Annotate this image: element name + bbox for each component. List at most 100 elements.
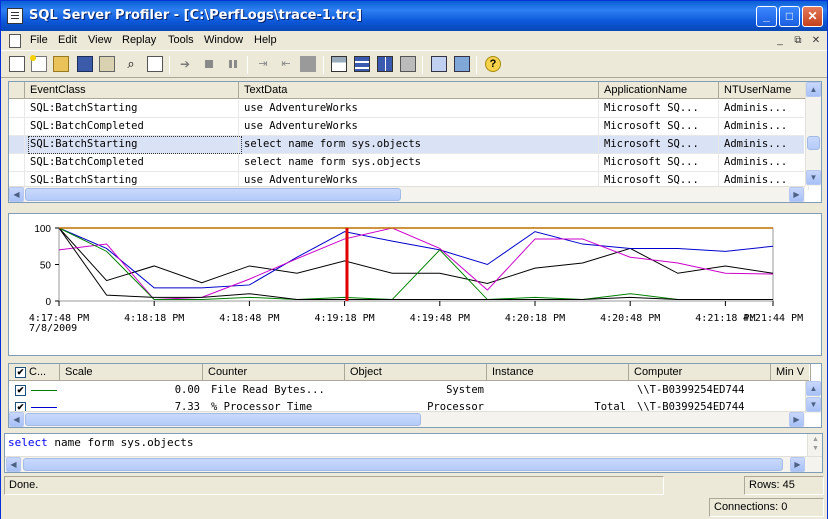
close-button[interactable]: ✕ (802, 6, 823, 27)
row-applicationname: Microsoft SQ... (599, 100, 719, 118)
sql-hscroll[interactable]: ◀ ▶ (5, 456, 822, 472)
counters-hscroll[interactable]: ◀ ▶ (9, 411, 805, 427)
scroll-thumb[interactable] (807, 136, 820, 150)
find-icon[interactable]: ⌕ (123, 56, 139, 72)
col-eventclass[interactable]: EventClass (25, 82, 239, 99)
row-selector[interactable] (9, 136, 25, 154)
col-ntusername[interactable]: NTUserName (719, 82, 809, 99)
scroll-left-button[interactable]: ◀ (6, 457, 21, 472)
run-icon[interactable]: ➔ (177, 56, 193, 72)
perfmon-chart-pane[interactable]: 100 50 0 4:17:48 PM 4:18:18 PM 4:18:48 PM 4:19… (8, 213, 822, 356)
counter-counter: File Read Bytes... (211, 384, 325, 396)
save-icon[interactable] (77, 56, 93, 72)
row-selector[interactable] (9, 154, 25, 172)
menu-file[interactable]: File (30, 34, 48, 46)
col-instance[interactable]: Instance (487, 364, 629, 381)
menu-view[interactable]: View (88, 34, 112, 46)
mdi-minimize-button[interactable]: _ (772, 34, 788, 48)
trace-events-grid[interactable]: EventClass TextData ApplicationName NTUs… (8, 81, 822, 203)
sql-text[interactable]: select name form sys.objects (8, 436, 193, 449)
col-counter[interactable]: Counter (203, 364, 345, 381)
help-icon[interactable]: ? (485, 56, 501, 72)
pause-icon[interactable] (225, 56, 241, 72)
step-to-cursor-icon[interactable]: ⇤ (278, 56, 294, 72)
scroll-thumb[interactable] (23, 458, 783, 471)
counter-checkbox[interactable]: ✔ (15, 385, 26, 396)
scroll-thumb[interactable] (25, 413, 421, 426)
date-label: 7/8/2009 (29, 323, 77, 334)
toolbar: ⌕ ➔ ⇥ ⇤ ? (1, 52, 827, 78)
trace-vscroll[interactable]: ▲ ▼ (805, 82, 821, 186)
table-row[interactable]: SQL:BatchStarting select name form sys.ob… (9, 136, 809, 154)
menu-tools[interactable]: Tools (168, 34, 194, 46)
scroll-left-button[interactable]: ◀ (9, 412, 24, 427)
stop-icon[interactable] (201, 56, 217, 72)
row-eventclass: SQL:BatchCompleted (25, 154, 239, 172)
row-selector-header (9, 82, 25, 99)
db-tuning-icon[interactable] (431, 56, 447, 72)
menu-edit[interactable]: Edit (58, 34, 77, 46)
counters-grid-header: C... ✔ Scale Counter Object Instance Com… (9, 364, 811, 381)
profiler-window: SQL Server Profiler - [C:\PerfLogs\trace… (0, 0, 828, 519)
table-row[interactable]: SQL:BatchStarting use AdventureWorks Micro… (9, 100, 809, 118)
menu-replay[interactable]: Replay (122, 34, 156, 46)
scroll-down-arrow-icon[interactable]: ▼ (812, 445, 819, 452)
autoscroll-icon[interactable] (400, 56, 416, 72)
row-textdata: select name form sys.objects (239, 154, 599, 172)
x-tick-label: 4:18:18 PM (124, 313, 184, 324)
new-trace-icon[interactable] (9, 56, 25, 72)
menu-window[interactable]: Window (204, 34, 243, 46)
sql-vscroll[interactable]: ▲ ▼ (807, 434, 822, 456)
trace-hscroll[interactable]: ◀ ▶ (9, 186, 805, 202)
title-bar[interactable]: SQL Server Profiler - [C:\PerfLogs\trace… (1, 1, 827, 31)
mdi-restore-button[interactable]: ⧉ (790, 34, 806, 48)
row-applicationname: Microsoft SQ... (599, 154, 719, 172)
col-textdata[interactable]: TextData (239, 82, 599, 99)
x-tick-label: 4:19:18 PM (314, 313, 374, 324)
perfmon-chart[interactable]: 1005004:17:48 PM 4:18:18 PM 4:18:48 PM 4:19… (9, 214, 821, 355)
counters-grid[interactable]: C... ✔ Scale Counter Object Instance Com… (8, 363, 822, 428)
scroll-up-arrow-icon[interactable]: ▲ (812, 436, 819, 443)
menu-help[interactable]: Help (254, 34, 277, 46)
row-selector[interactable] (9, 100, 25, 118)
breakpoint-icon[interactable] (300, 56, 316, 72)
tile-icon[interactable] (331, 56, 347, 72)
col-scale[interactable]: Scale (60, 364, 203, 381)
row-textdata: use AdventureWorks (239, 118, 599, 136)
sql-text-pane[interactable]: select name form sys.objects ▲ ▼ ◀ ▶ (4, 433, 823, 473)
step-icon[interactable]: ⇥ (255, 56, 271, 72)
clear-icon[interactable] (147, 56, 163, 72)
scroll-right-button[interactable]: ▶ (790, 457, 805, 472)
properties-icon[interactable] (99, 56, 115, 72)
row-ntusername: Adminis... (719, 100, 809, 118)
row-selector[interactable] (9, 118, 25, 136)
scroll-thumb[interactable] (25, 188, 401, 201)
col-computer[interactable]: Computer (629, 364, 771, 381)
mdi-close-button[interactable]: ✕ (808, 34, 824, 48)
col-applicationname[interactable]: ApplicationName (599, 82, 719, 99)
x-tick-label: 4:19:48 PM (410, 313, 470, 324)
scroll-up-button[interactable]: ▲ (806, 82, 821, 97)
scroll-right-button[interactable]: ▶ (789, 187, 804, 202)
table-row[interactable]: SQL:BatchCompleted use AdventureWorks Micr… (9, 118, 809, 136)
horizontal-icon[interactable] (354, 56, 370, 72)
scroll-up-button[interactable]: ▲ (806, 381, 821, 396)
counter-row[interactable]: ✔ 0.00 File Read Bytes... System \\T-B039925… (9, 382, 804, 399)
col-object[interactable]: Object (345, 364, 487, 381)
counters-vscroll[interactable]: ▲ ▼ (805, 381, 821, 413)
document-icon[interactable] (9, 34, 21, 48)
vertical-icon[interactable] (377, 56, 393, 72)
scroll-down-button[interactable]: ▼ (806, 397, 821, 412)
perfmon-icon[interactable] (454, 56, 470, 72)
scroll-down-button[interactable]: ▼ (806, 170, 821, 185)
scroll-right-button[interactable]: ▶ (789, 412, 804, 427)
open-icon[interactable] (53, 56, 69, 72)
minimize-button[interactable]: _ (756, 6, 777, 27)
maximize-button[interactable]: □ (779, 6, 800, 27)
counter-color-swatch (31, 407, 57, 408)
col-min-value[interactable]: Min V (771, 364, 811, 381)
select-all-checkbox[interactable]: ✔ (15, 367, 26, 378)
new-file-icon[interactable] (30, 55, 47, 72)
scroll-left-button[interactable]: ◀ (9, 187, 24, 202)
table-row[interactable]: SQL:BatchCompleted select name form sys.o… (9, 154, 809, 172)
